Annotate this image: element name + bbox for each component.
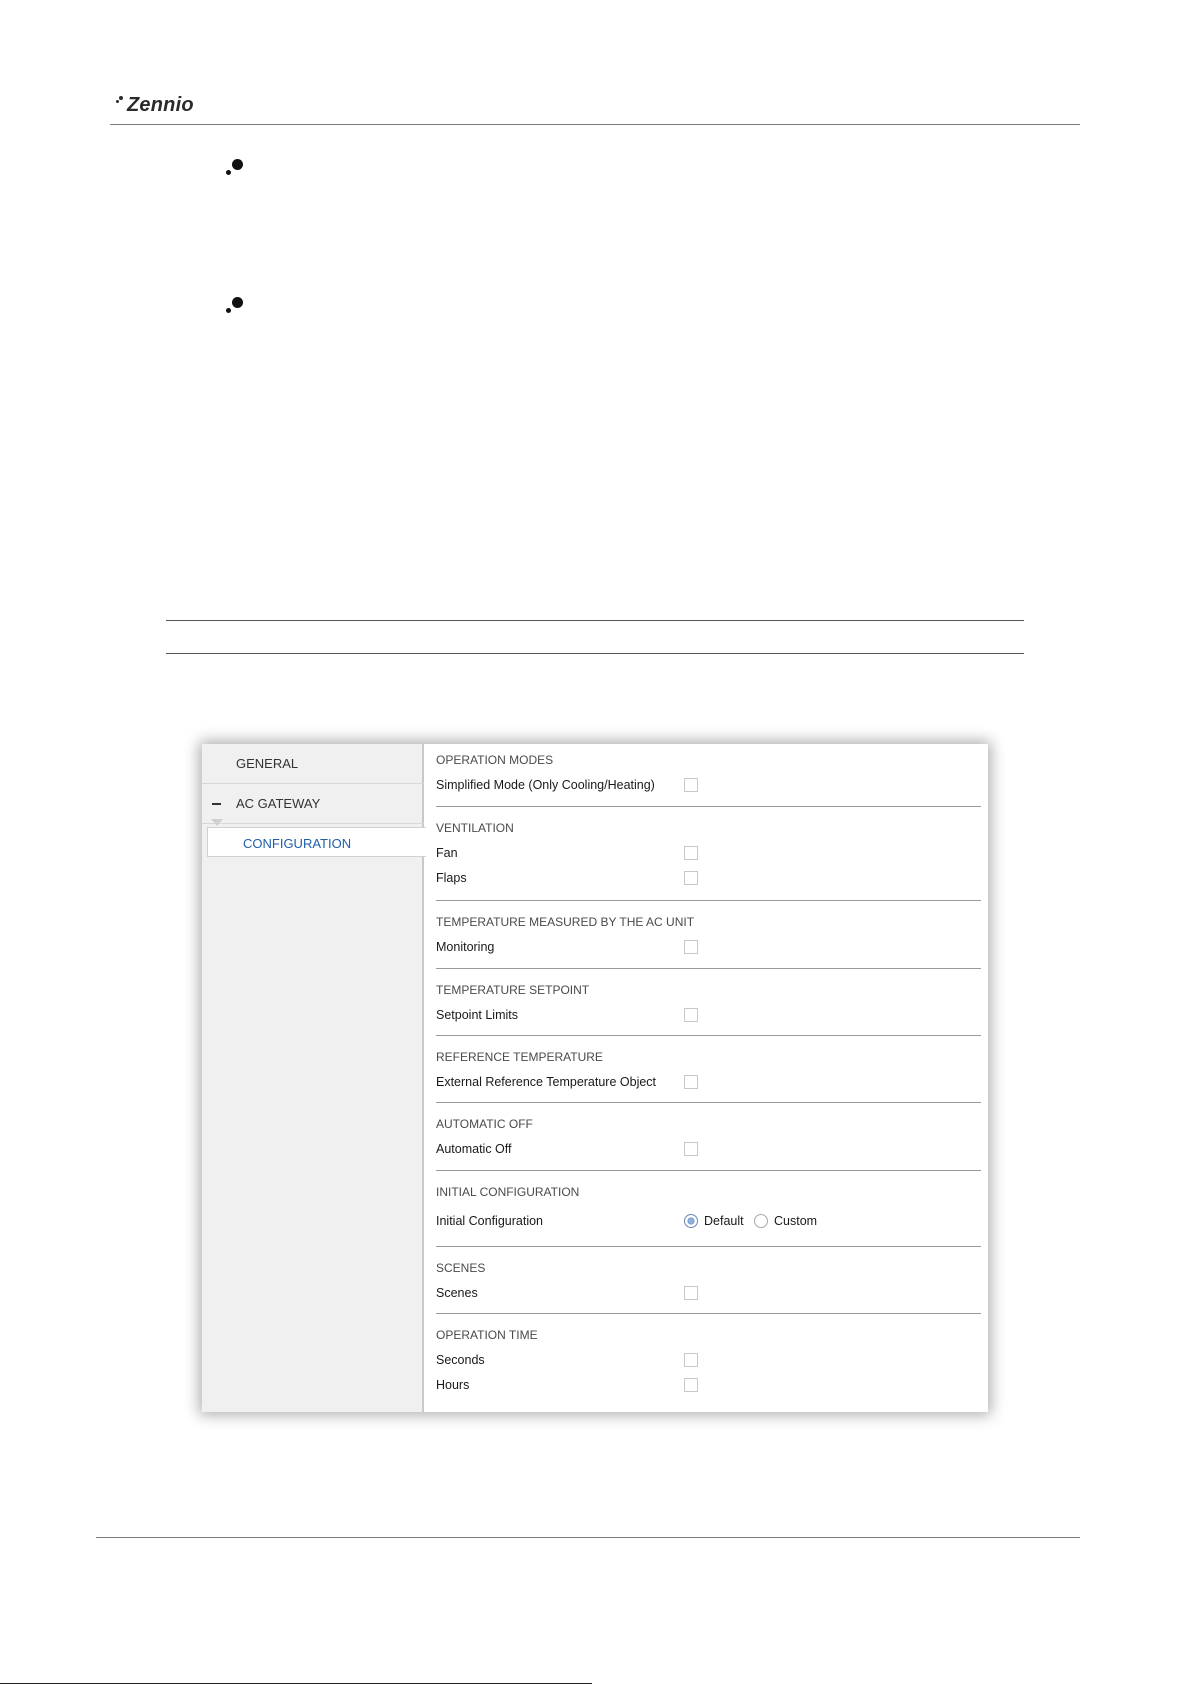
divider [436, 1035, 981, 1036]
parameter-area: OPERATION MODES Simplified Mode (Only Co… [426, 744, 988, 1412]
sidebar-item-configuration[interactable]: CONFIGURATION [207, 827, 426, 857]
divider [436, 1170, 981, 1171]
logo-dots-icon [116, 94, 125, 106]
fan-checkbox[interactable] [684, 846, 698, 860]
table-bottom-rule [166, 653, 1024, 654]
section-title: OPERATION MODES [436, 753, 554, 767]
section-title: REFERENCE TEMPERATURE [436, 1050, 603, 1064]
radio-label: Custom [774, 1214, 818, 1228]
sidebar-item-ac-gateway[interactable]: AC GATEWAY [202, 784, 424, 824]
param-label: Scenes [436, 1286, 478, 1300]
header-rule [110, 124, 1080, 125]
section-title: OPERATION TIME [436, 1328, 538, 1342]
param-label: Fan [436, 846, 458, 860]
param-label: Automatic Off [436, 1142, 512, 1156]
param-label: Seconds [436, 1353, 485, 1367]
sidebar-item-label: AC GATEWAY [236, 796, 321, 811]
flaps-checkbox[interactable] [684, 871, 698, 885]
section-title: VENTILATION [436, 821, 514, 835]
param-label: Simplified Mode (Only Cooling/Heating) [436, 778, 655, 792]
custom-radio[interactable] [754, 1214, 768, 1228]
radio-label: Default [704, 1214, 744, 1228]
sidebar-item-label: CONFIGURATION [243, 836, 352, 851]
divider [436, 968, 981, 969]
automatic-off-checkbox[interactable] [684, 1142, 698, 1156]
hours-checkbox[interactable] [684, 1378, 698, 1392]
bullet-icon [226, 158, 244, 178]
setpoint-limits-checkbox[interactable] [684, 1008, 698, 1022]
param-label: Initial Configuration [436, 1214, 544, 1228]
section-title: SCENES [436, 1261, 486, 1275]
collapse-icon[interactable] [212, 803, 221, 805]
sidebar-item-general[interactable]: GENERAL [202, 744, 424, 784]
divider [436, 1246, 981, 1247]
param-label: Monitoring [436, 940, 495, 954]
divider [436, 1102, 981, 1103]
param-label: Hours [436, 1378, 470, 1392]
divider [436, 806, 981, 807]
default-radio[interactable] [684, 1214, 698, 1228]
seconds-checkbox[interactable] [684, 1353, 698, 1367]
configuration-window: GENERAL AC GATEWAY CONFIGURATION OPERATI… [202, 744, 988, 1412]
external-reference-checkbox[interactable] [684, 1075, 698, 1089]
sidebar-item-label: GENERAL [236, 756, 299, 771]
footer-rule [96, 1537, 1080, 1538]
tree-pointer-icon [211, 819, 223, 826]
sidebar: GENERAL AC GATEWAY CONFIGURATION [202, 744, 426, 1412]
monitoring-checkbox[interactable] [684, 940, 698, 954]
table-top-rule [166, 620, 1024, 621]
scenes-checkbox[interactable] [684, 1286, 698, 1300]
param-label: Flaps [436, 871, 467, 885]
logo-text: Zennio [127, 94, 194, 116]
logo: Zennio [116, 94, 194, 117]
bullet-icon [226, 296, 244, 316]
footnote-rule [0, 1683, 592, 1684]
section-title: TEMPERATURE MEASURED BY THE AC UNIT [436, 915, 695, 929]
simplified-mode-checkbox[interactable] [684, 778, 698, 792]
section-title: AUTOMATIC OFF [436, 1117, 533, 1131]
section-title: INITIAL CONFIGURATION [436, 1185, 580, 1199]
section-title: TEMPERATURE SETPOINT [436, 983, 590, 997]
divider [436, 900, 981, 901]
divider [436, 1313, 981, 1314]
param-label: External Reference Temperature Object [436, 1075, 657, 1089]
param-label: Setpoint Limits [436, 1008, 518, 1022]
